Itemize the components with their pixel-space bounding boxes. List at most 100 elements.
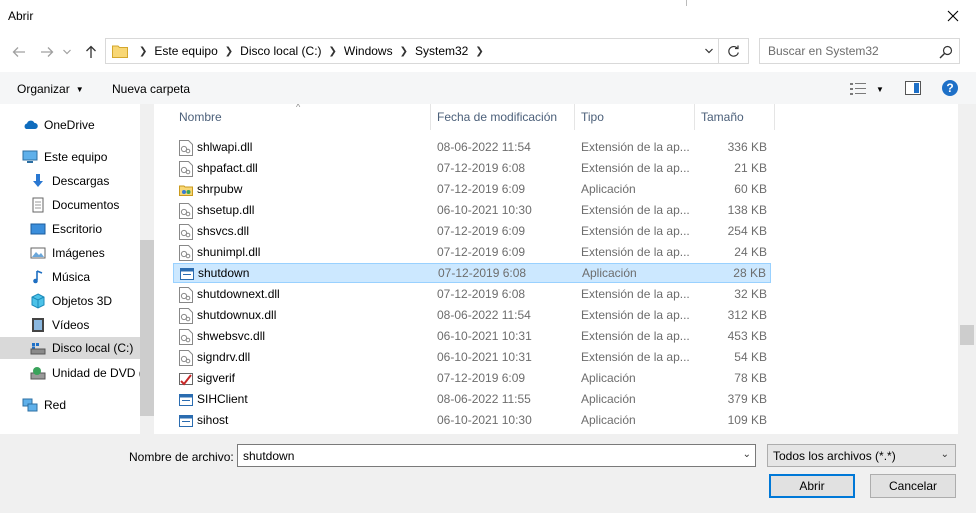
table-row-selected[interactable]: shutdown 07-12-2019 6:08 Aplicación 28 KB (173, 263, 771, 283)
file-date: 08-06-2022 11:54 (437, 308, 531, 322)
cancel-button[interactable]: Cancelar (870, 474, 956, 498)
search-input[interactable]: Buscar en System32 (759, 38, 960, 64)
sidebar-item-3d-objects[interactable]: Objetos 3D (0, 290, 154, 312)
title-divider (686, 0, 687, 6)
sidebar-item-dvd-drive[interactable]: Unidad de DVD ( (0, 362, 154, 384)
help-icon[interactable]: ? (942, 80, 958, 96)
file-type-select[interactable]: Todos los archivos (*.*) ⌄ (767, 444, 956, 467)
table-row[interactable]: sigverif 07-12-2019 6:09 Aplicación 78 KB (173, 369, 771, 389)
navigation-scrollbar-thumb[interactable] (140, 240, 154, 416)
file-name: shrpubw (197, 182, 243, 196)
sidebar-item-desktop[interactable]: Escritorio (0, 218, 154, 240)
filename-label: Nombre de archivo: (129, 450, 234, 464)
sidebar-item-pictures[interactable]: Imágenes (0, 242, 154, 264)
sidebar-item-network[interactable]: Red (0, 394, 154, 416)
table-row[interactable]: shunimpl.dll 07-12-2019 6:09 Extensión de … (173, 243, 771, 263)
close-icon (947, 10, 959, 22)
breadcrumb-separator-icon[interactable]: ❯ (225, 46, 233, 57)
chevron-down-icon[interactable]: ⌄ (743, 449, 751, 460)
dll-icon (179, 308, 193, 324)
sidebar-item-this-pc[interactable]: Este equipo (0, 146, 154, 168)
search-icon[interactable] (939, 45, 953, 59)
file-date: 08-06-2022 11:54 (437, 140, 531, 154)
column-header-type[interactable]: Tipo (575, 104, 695, 130)
details-view-icon (850, 83, 866, 95)
recent-locations-button[interactable] (60, 40, 74, 64)
back-button[interactable] (8, 40, 30, 64)
file-size: 336 KB (727, 140, 767, 154)
file-size: 138 KB (727, 203, 767, 217)
file-name: sihost (197, 413, 229, 427)
breadcrumb-separator-icon[interactable]: ❯ (329, 46, 337, 57)
refresh-button[interactable] (718, 38, 748, 64)
dll-icon (179, 329, 193, 345)
file-type: Aplicación (581, 182, 636, 196)
file-size: 254 KB (727, 224, 767, 238)
file-list-scrollbar[interactable] (958, 104, 976, 434)
breadcrumb-item[interactable]: Windows (344, 44, 393, 58)
file-size: 54 KB (734, 350, 767, 364)
column-header-name[interactable]: Nombre (173, 104, 431, 130)
table-row[interactable]: shutdownext.dll 07-12-2019 6:08 Extensión … (173, 285, 771, 305)
file-name: shunimpl.dll (197, 245, 261, 259)
table-row[interactable]: shsvcs.dll 07-12-2019 6:09 Extensión de la… (173, 222, 771, 242)
document-icon (32, 197, 44, 213)
breadcrumb-item[interactable]: Este equipo (154, 44, 217, 58)
file-size: 453 KB (727, 329, 767, 343)
sidebar-item-label: OneDrive (44, 118, 95, 132)
folder-icon (112, 45, 128, 58)
file-type: Aplicación (581, 371, 636, 385)
arrow-up-icon (86, 45, 96, 58)
table-row[interactable]: shutdownux.dll 08-06-2022 11:54 Extensión … (173, 306, 771, 326)
view-options-button[interactable]: ▼ (850, 81, 888, 97)
table-row[interactable]: shwebsvc.dll 06-10-2021 10:31 Extensión de… (173, 327, 771, 347)
table-row[interactable]: SIHClient 08-06-2022 11:55 Aplicación 379 K… (173, 390, 771, 410)
sidebar-item-label: Unidad de DVD ( (52, 366, 143, 380)
breadcrumb-separator-icon[interactable]: ❯ (400, 46, 408, 57)
file-type: Extensión de la ap... (581, 329, 690, 343)
caret-down-icon: ▼ (75, 84, 84, 94)
cube-icon (31, 293, 45, 309)
table-row[interactable]: shrpubw 07-12-2019 6:09 Aplicación 60 KB (173, 180, 771, 200)
window-title: Abrir (8, 9, 34, 23)
chevron-down-icon: ⌄ (940, 449, 949, 460)
new-folder-button[interactable]: Nueva carpeta (112, 82, 190, 96)
caret-down-icon: ▼ (876, 84, 884, 94)
table-row[interactable]: shpafact.dll 07-12-2019 6:08 Extensión de … (173, 159, 771, 179)
organize-menu-button[interactable]: Organizar ▼ (17, 82, 84, 96)
address-bar[interactable]: ❯ Este equipo ❯ Disco local (C:) ❯ Windo… (105, 38, 749, 64)
file-size: 109 KB (727, 413, 767, 427)
sidebar-item-label: Música (52, 270, 91, 284)
column-header-label: Nombre (179, 110, 222, 124)
preview-pane-icon[interactable] (905, 81, 921, 95)
video-icon (32, 318, 44, 332)
open-button[interactable]: Abrir (769, 474, 855, 498)
sidebar-item-documents[interactable]: Documentos (0, 194, 154, 216)
column-header-size[interactable]: Tamaño (695, 104, 775, 130)
breadcrumb-item[interactable]: System32 (415, 44, 468, 58)
share-folder-icon (179, 182, 193, 198)
table-row[interactable]: signdrv.dll 06-10-2021 10:31 Extensión de … (173, 348, 771, 368)
file-list-scrollbar-thumb[interactable] (960, 325, 974, 345)
sidebar-item-downloads[interactable]: Descargas (0, 170, 154, 192)
address-history-button[interactable] (700, 38, 718, 64)
table-row[interactable]: sihost 06-10-2021 10:30 Aplicación 109 KB (173, 411, 771, 431)
sidebar-item-videos[interactable]: Vídeos (0, 314, 154, 336)
sidebar-item-onedrive[interactable]: OneDrive (0, 114, 154, 136)
filename-combobox[interactable]: shutdown ⌄ (237, 444, 756, 467)
sidebar-item-label: Red (44, 398, 67, 412)
breadcrumb-separator-icon[interactable]: ❯ (475, 46, 483, 57)
table-row[interactable]: shlwapi.dll 08-06-2022 11:54 Extensión de … (173, 138, 771, 158)
sidebar-item-music[interactable]: Música (0, 266, 154, 288)
desktop-icon (30, 223, 46, 235)
forward-button[interactable] (36, 40, 58, 64)
close-button[interactable] (930, 0, 976, 32)
sidebar-item-local-disk[interactable]: Disco local (C:) (0, 337, 154, 359)
file-name: shwebsvc.dll (197, 329, 266, 343)
column-header-date[interactable]: Fecha de modificación (431, 104, 575, 130)
breadcrumb-item[interactable]: Disco local (C:) (240, 44, 321, 58)
up-button[interactable] (80, 40, 102, 64)
dvd-icon (30, 367, 46, 380)
table-row[interactable]: shsetup.dll 06-10-2021 10:30 Extensión de … (173, 201, 771, 221)
navigation-pane: OneDrive Este equipo Descargas Documento… (0, 104, 154, 434)
